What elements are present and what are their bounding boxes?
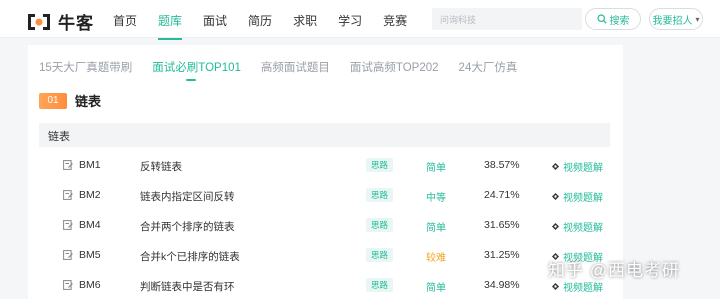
tab-high-frequency[interactable]: 高频面试题目	[261, 59, 330, 75]
nav-learn[interactable]: 学习	[338, 12, 362, 29]
edit-icon	[63, 280, 73, 290]
search-icon	[596, 14, 607, 24]
difficulty-label: 简单	[426, 163, 446, 174]
video-solution-link[interactable]: 视频题解	[551, 279, 603, 294]
nav-resume[interactable]: 简历	[248, 12, 272, 29]
group-header: 链表	[39, 123, 610, 147]
edit-icon	[63, 190, 73, 200]
video-solution-link[interactable]: 视频题解	[551, 189, 603, 204]
search-button[interactable]: 搜索	[585, 8, 641, 30]
watermark: 知乎 @西电考研	[548, 261, 680, 280]
recruit-button[interactable]: 我要招人 ▾	[649, 8, 703, 30]
search-input[interactable]: 问询科技	[432, 8, 582, 30]
solution-tag[interactable]: 思路	[366, 218, 394, 232]
video-solution-link[interactable]: 视频题解	[551, 219, 603, 234]
pass-rate: 38.57%	[484, 159, 520, 171]
tab-24-companies[interactable]: 24大厂仿真	[459, 59, 518, 75]
problem-code: BM4	[79, 219, 101, 231]
section-number-badge: 01	[39, 92, 67, 109]
nav-contest[interactable]: 竞赛	[383, 12, 407, 29]
nav-jobs[interactable]: 求职	[293, 12, 317, 29]
top-nav: 牛客 首页 题库 面试 简历 求职 学习 竞赛 问询科技 搜索 我要招人 ▾	[0, 0, 720, 40]
nav-question-bank[interactable]: 题库	[158, 12, 183, 40]
nav-interview[interactable]: 面试	[203, 12, 227, 29]
difficulty-label: 中等	[426, 193, 446, 204]
pass-rate: 34.98%	[484, 279, 520, 291]
pass-rate: 31.65%	[484, 219, 520, 231]
video-solution-label: 视频题解	[563, 283, 603, 294]
solution-tag[interactable]: 思路	[366, 248, 394, 262]
video-icon	[552, 163, 559, 170]
problem-code: BM2	[79, 189, 101, 201]
solution-tag[interactable]: 思路	[366, 188, 394, 202]
edit-icon	[63, 220, 73, 230]
video-solution-label: 视频题解	[563, 163, 603, 174]
tab-15day[interactable]: 15天大厂真题带刷	[39, 59, 132, 75]
problem-table: BM1 反转链表 思路 简单 38.57% 视频题解 BM2 链表内指定区间反转…	[39, 150, 610, 299]
nav-home[interactable]: 首页	[113, 12, 137, 29]
main-nav: 首页 题库 面试 简历 求职 学习 竞赛	[113, 12, 428, 40]
pass-rate: 24.71%	[484, 189, 520, 201]
video-icon	[552, 283, 559, 290]
search-button-label: 搜索	[609, 15, 630, 27]
problem-row[interactable]: BM1 反转链表 思路 简单 38.57% 视频题解	[39, 150, 610, 180]
problem-title[interactable]: 判断链表中是否有环	[140, 279, 235, 294]
section-header: 01 链表	[39, 91, 101, 110]
difficulty-label: 简单	[426, 223, 446, 234]
edit-icon	[63, 250, 73, 260]
solution-tag[interactable]: 思路	[366, 278, 394, 292]
solution-tag[interactable]: 思路	[366, 158, 394, 172]
problem-code: BM1	[79, 159, 101, 171]
tab-top101[interactable]: 面试必刷TOP101	[152, 59, 241, 81]
problem-row[interactable]: BM4 合并两个排序的链表 思路 简单 31.65% 视频题解	[39, 210, 610, 240]
recruit-button-label: 我要招人	[652, 15, 693, 27]
video-solution-link[interactable]: 视频题解	[551, 159, 603, 174]
problem-title[interactable]: 链表内指定区间反转	[140, 189, 235, 204]
problem-code: BM5	[79, 249, 101, 261]
tab-top202[interactable]: 面试高频TOP202	[350, 59, 439, 75]
difficulty-label: 简单	[426, 283, 446, 294]
video-solution-label: 视频题解	[563, 193, 603, 204]
video-icon	[552, 193, 559, 200]
subtab-bar: 15天大厂真题带刷 面试必刷TOP101 高频面试题目 面试高频TOP202 2…	[39, 59, 537, 81]
problem-code: BM6	[79, 279, 101, 291]
difficulty-label: 较难	[426, 253, 446, 264]
chevron-down-icon: ▾	[695, 14, 700, 24]
logo-icon	[28, 13, 50, 30]
section-title: 链表	[75, 94, 102, 109]
problem-row[interactable]: BM5 合并k个已排序的链表 思路 较难 31.25% 视频题解	[39, 240, 610, 270]
problem-row[interactable]: BM2 链表内指定区间反转 思路 中等 24.71% 视频题解	[39, 180, 610, 210]
pass-rate: 31.25%	[484, 249, 520, 261]
problem-title[interactable]: 合并k个已排序的链表	[140, 249, 240, 264]
logo-text: 牛客	[58, 14, 94, 33]
video-icon	[552, 223, 559, 230]
problem-title[interactable]: 反转链表	[140, 159, 182, 174]
problem-row[interactable]: BM6 判断链表中是否有环 思路 简单 34.98% 视频题解	[39, 270, 610, 299]
edit-icon	[63, 160, 73, 170]
video-solution-label: 视频题解	[563, 223, 603, 234]
logo[interactable]: 牛客	[26, 9, 94, 34]
problem-list-card: 15天大厂真题带刷 面试必刷TOP101 高频面试题目 面试高频TOP202 2…	[28, 45, 623, 299]
problem-title[interactable]: 合并两个排序的链表	[140, 219, 235, 234]
